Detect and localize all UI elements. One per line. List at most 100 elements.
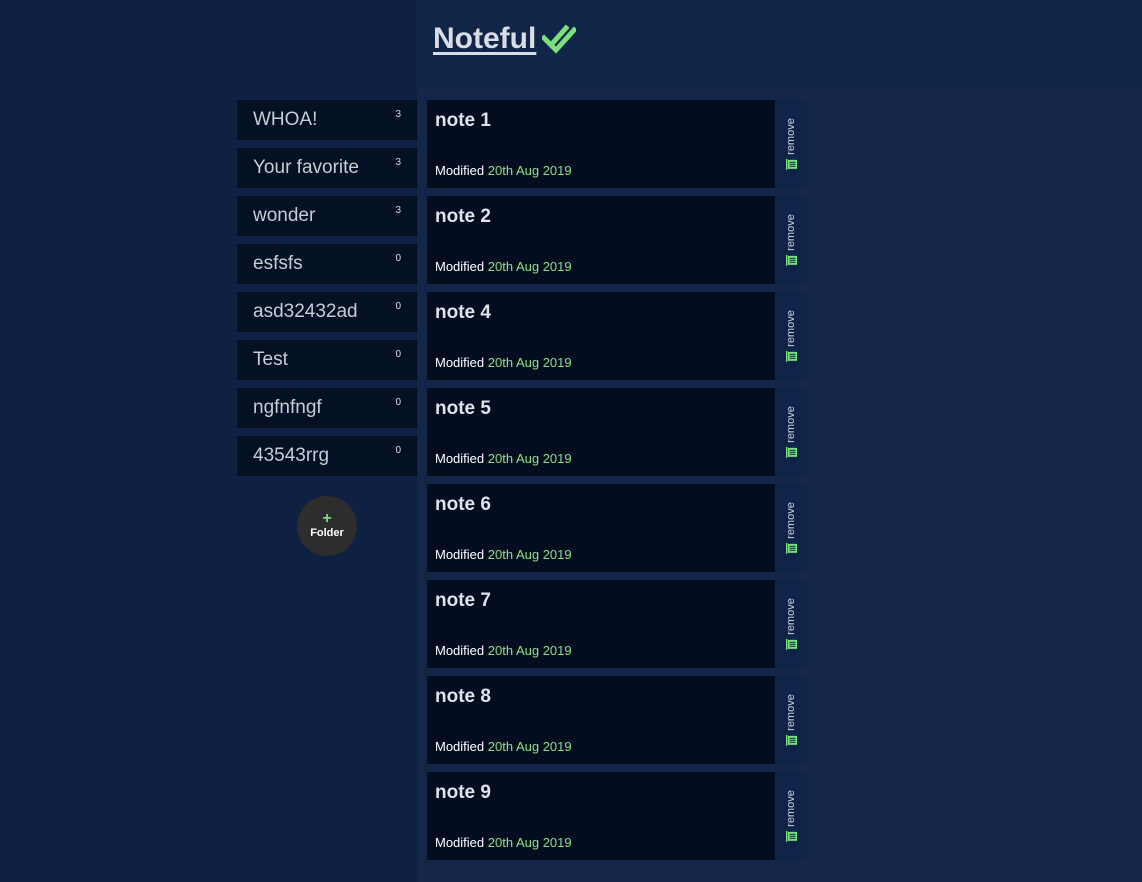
folder-note-count: 3 (395, 109, 401, 120)
modified-label: Modified (435, 259, 485, 274)
note-card: note 1 Modified 20th Aug 2019 remove (427, 100, 807, 188)
note-modified: Modified 20th Aug 2019 (435, 547, 572, 562)
remove-label: remove (785, 118, 797, 155)
note-body: note 4 Modified 20th Aug 2019 (427, 292, 775, 380)
trash-icon (785, 254, 797, 266)
trash-icon (785, 158, 797, 170)
note-card: note 7 Modified 20th Aug 2019 remove (427, 580, 807, 668)
trash-icon (785, 638, 797, 650)
remove-note-button[interactable]: remove (775, 388, 807, 476)
folder-item[interactable]: esfsfs 0 (237, 244, 417, 284)
folder-name: asd32432ad (253, 301, 358, 322)
folder-list: WHOA! 3 Your favorite 3 wonder 3 esfsfs … (237, 100, 417, 484)
modified-date: 20th Aug 2019 (487, 643, 572, 658)
note-card: note 9 Modified 20th Aug 2019 remove (427, 772, 807, 860)
remove-note-button[interactable]: remove (775, 772, 807, 860)
trash-icon (785, 446, 797, 458)
modified-date: 20th Aug 2019 (487, 163, 572, 178)
remove-label: remove (785, 310, 797, 347)
note-title-link[interactable]: note 1 (435, 110, 491, 132)
folder-name: Your favorite (253, 157, 359, 178)
modified-label: Modified (435, 355, 485, 370)
double-check-icon (542, 24, 577, 54)
folder-item[interactable]: WHOA! 3 (237, 100, 417, 140)
note-title-link[interactable]: note 7 (435, 590, 491, 612)
folder-name: ngfnfngf (253, 397, 322, 418)
remove-note-button[interactable]: remove (775, 676, 807, 764)
note-title-link[interactable]: note 4 (435, 302, 491, 324)
note-body: note 5 Modified 20th Aug 2019 (427, 388, 775, 476)
note-title-link[interactable]: note 9 (435, 782, 491, 804)
note-card: note 2 Modified 20th Aug 2019 remove (427, 196, 807, 284)
note-modified: Modified 20th Aug 2019 (435, 163, 572, 178)
note-title-link[interactable]: note 2 (435, 206, 491, 228)
note-body: note 8 Modified 20th Aug 2019 (427, 676, 775, 764)
modified-label: Modified (435, 451, 485, 466)
remove-label: remove (785, 214, 797, 251)
remove-label: remove (785, 502, 797, 539)
plus-icon: + (322, 510, 332, 527)
note-body: note 2 Modified 20th Aug 2019 (427, 196, 775, 284)
trash-icon (785, 350, 797, 362)
folder-item[interactable]: ngfnfngf 0 (237, 388, 417, 428)
remove-label: remove (785, 790, 797, 827)
remove-label: remove (785, 598, 797, 635)
note-modified: Modified 20th Aug 2019 (435, 739, 572, 754)
modified-date: 20th Aug 2019 (487, 259, 572, 274)
modified-date: 20th Aug 2019 (487, 451, 572, 466)
modified-label: Modified (435, 643, 485, 658)
add-folder-label: Folder (310, 527, 344, 539)
modified-date: 20th Aug 2019 (487, 355, 572, 370)
modified-label: Modified (435, 547, 485, 562)
folder-note-count: 3 (395, 157, 401, 168)
folder-note-count: 3 (395, 205, 401, 216)
modified-date: 20th Aug 2019 (487, 835, 572, 850)
remove-note-button[interactable]: remove (775, 292, 807, 380)
note-modified: Modified 20th Aug 2019 (435, 355, 572, 370)
note-card: note 4 Modified 20th Aug 2019 remove (427, 292, 807, 380)
folder-note-count: 0 (395, 349, 401, 360)
folder-item[interactable]: Your favorite 3 (237, 148, 417, 188)
note-title-link[interactable]: note 5 (435, 398, 491, 420)
folder-note-count: 0 (395, 445, 401, 456)
folder-name: Test (253, 349, 288, 370)
modified-label: Modified (435, 835, 485, 850)
note-list: note 1 Modified 20th Aug 2019 remove not… (427, 100, 807, 868)
remove-label: remove (785, 406, 797, 443)
note-body: note 9 Modified 20th Aug 2019 (427, 772, 775, 860)
trash-icon (785, 830, 797, 842)
note-card: note 6 Modified 20th Aug 2019 remove (427, 484, 807, 572)
note-title-link[interactable]: note 8 (435, 686, 491, 708)
note-modified: Modified 20th Aug 2019 (435, 451, 572, 466)
folder-name: 43543rrg (253, 445, 330, 466)
folder-note-count: 0 (395, 253, 401, 264)
note-card: note 5 Modified 20th Aug 2019 remove (427, 388, 807, 476)
folder-name: wonder (253, 205, 316, 226)
note-modified: Modified 20th Aug 2019 (435, 643, 572, 658)
folder-name: WHOA! (253, 109, 318, 130)
home-link[interactable]: Noteful (433, 22, 536, 56)
modified-label: Modified (435, 739, 485, 754)
folder-note-count: 0 (395, 397, 401, 408)
folder-name: esfsfs (253, 253, 303, 274)
remove-note-button[interactable]: remove (775, 580, 807, 668)
note-body: note 6 Modified 20th Aug 2019 (427, 484, 775, 572)
folder-item[interactable]: Test 0 (237, 340, 417, 380)
folder-item[interactable]: asd32432ad 0 (237, 292, 417, 332)
folder-note-count: 0 (395, 301, 401, 312)
folder-item[interactable]: wonder 3 (237, 196, 417, 236)
remove-note-button[interactable]: remove (775, 484, 807, 572)
remove-label: remove (785, 694, 797, 731)
note-modified: Modified 20th Aug 2019 (435, 259, 572, 274)
modified-date: 20th Aug 2019 (487, 547, 572, 562)
add-folder-button[interactable]: + Folder (297, 496, 357, 556)
trash-icon (785, 542, 797, 554)
note-title-link[interactable]: note 6 (435, 494, 491, 516)
note-body: note 1 Modified 20th Aug 2019 (427, 100, 775, 188)
modified-label: Modified (435, 163, 485, 178)
note-body: note 7 Modified 20th Aug 2019 (427, 580, 775, 668)
modified-date: 20th Aug 2019 (487, 739, 572, 754)
remove-note-button[interactable]: remove (775, 100, 807, 188)
folder-item[interactable]: 43543rrg 0 (237, 436, 417, 476)
remove-note-button[interactable]: remove (775, 196, 807, 284)
